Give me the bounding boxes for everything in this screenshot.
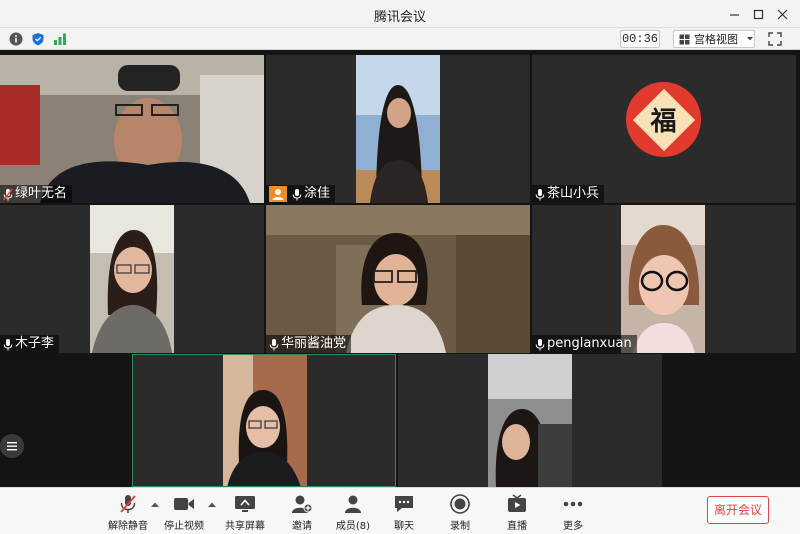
close-button[interactable] (770, 2, 794, 26)
participant-name-tag: 绿叶无名 (0, 185, 73, 203)
unmute-button[interactable]: 解除静音 (100, 493, 156, 532)
chevron-down-icon (747, 37, 753, 41)
mic-icon (535, 338, 545, 351)
leave-meeting-button[interactable]: 离开会议 (707, 496, 769, 524)
invite-button[interactable]: 邀请 (274, 493, 330, 532)
signal-icon[interactable] (52, 31, 67, 46)
mic-icon (535, 188, 545, 201)
participant-name-tag: 涂佳 (266, 185, 336, 203)
participant-name-tag: 茶山小兵 (532, 185, 605, 203)
video-tile[interactable] (132, 354, 396, 487)
video-tile[interactable]: 木子李 (0, 205, 264, 353)
participant-name-tag: penglanxuan (532, 335, 637, 353)
record-label: 录制 (450, 521, 470, 532)
view-mode-select[interactable]: 宫格视图 (673, 30, 755, 48)
window-title: 腾讯会议 (373, 10, 426, 25)
fullscreen-icon (768, 32, 782, 46)
share-screen-button[interactable]: 共享屏幕 (217, 493, 273, 532)
share-screen-icon (233, 493, 257, 515)
chevron-up-icon (208, 502, 216, 507)
participant-name: 绿叶无名 (15, 186, 68, 201)
video-tile[interactable]: 绿叶无名 (0, 55, 264, 203)
members-icon (341, 493, 365, 515)
close-icon (777, 9, 787, 19)
window-controls (722, 2, 794, 26)
stop-video-label: 停止视频 (164, 521, 204, 532)
participant-video (266, 205, 530, 353)
participant-name: 华丽酱油党 (281, 336, 347, 351)
live-button[interactable]: 直播 (489, 493, 545, 532)
video-grid: 绿叶无名 涂佳 福 茶山小兵 木子李 华丽酱油党 penglanxuan (0, 50, 800, 487)
minimize-button[interactable] (722, 2, 746, 26)
mic-icon (292, 188, 302, 201)
stop-video-button[interactable]: 停止视频 (156, 493, 212, 532)
mic-icon (269, 338, 279, 351)
meeting-toolbar: 解除静音 停止视频 共享屏幕 邀请 成员(8) 聊天 录制 直播 更多 离开会议 (0, 487, 800, 534)
more-label: 更多 (563, 521, 583, 532)
participant-name: 茶山小兵 (547, 186, 600, 201)
invite-user-icon (290, 493, 314, 515)
participant-name: penglanxuan (547, 336, 632, 351)
live-stream-icon (505, 493, 529, 515)
participant-video (356, 55, 440, 203)
members-label: 成员(8) (335, 521, 371, 532)
video-tile[interactable] (398, 354, 662, 487)
record-icon (448, 493, 472, 515)
participant-video (90, 205, 174, 353)
participant-video (0, 55, 264, 203)
more-button[interactable]: 更多 (545, 493, 601, 532)
info-icon[interactable] (8, 31, 23, 46)
video-tile[interactable]: penglanxuan (532, 205, 796, 353)
maximize-icon (753, 9, 763, 19)
minimize-icon (729, 13, 739, 16)
unmute-label: 解除静音 (108, 521, 148, 532)
participant-name-tag: 木子李 (0, 335, 60, 353)
video-options-caret[interactable] (207, 500, 217, 510)
list-icon (7, 442, 17, 451)
chat-icon (392, 493, 416, 515)
mic-muted-icon (3, 188, 13, 201)
participant-name: 涂佳 (304, 186, 331, 201)
meeting-info-bar: 00:36 宫格视图 (0, 28, 800, 50)
video-tile[interactable]: 涂佳 (266, 55, 530, 203)
video-tile[interactable]: 福 茶山小兵 (532, 55, 796, 203)
participant-name: 木子李 (15, 336, 55, 351)
mic-icon (3, 338, 13, 351)
shield-icon[interactable] (30, 31, 45, 46)
live-label: 直播 (507, 521, 527, 532)
video-tile[interactable]: 华丽酱油党 (266, 205, 530, 353)
participant-video (223, 355, 307, 486)
fullscreen-button[interactable] (766, 30, 784, 48)
title-bar: 腾讯会议 (0, 0, 800, 28)
chat-label: 聊天 (394, 521, 414, 532)
participant-video (488, 354, 572, 487)
grid-view-icon (679, 34, 690, 44)
view-mode-label: 宫格视图 (694, 33, 738, 46)
mic-muted-icon (116, 493, 140, 515)
invite-label: 邀请 (292, 521, 312, 532)
avatar: 福 (626, 82, 701, 157)
maximize-button[interactable] (746, 2, 770, 26)
host-icon (269, 186, 287, 202)
more-icon (561, 493, 585, 515)
camera-icon (172, 493, 196, 515)
participant-video (621, 205, 705, 353)
members-button[interactable]: 成员(8) (325, 493, 381, 532)
side-panel-toggle[interactable] (0, 434, 24, 458)
chat-button[interactable]: 聊天 (376, 493, 432, 532)
participant-name-tag: 华丽酱油党 (266, 335, 352, 353)
record-button[interactable]: 录制 (432, 493, 488, 532)
avatar-glyph: 福 (650, 107, 677, 137)
share-screen-label: 共享屏幕 (225, 521, 265, 532)
meeting-timer: 00:36 (620, 30, 660, 48)
